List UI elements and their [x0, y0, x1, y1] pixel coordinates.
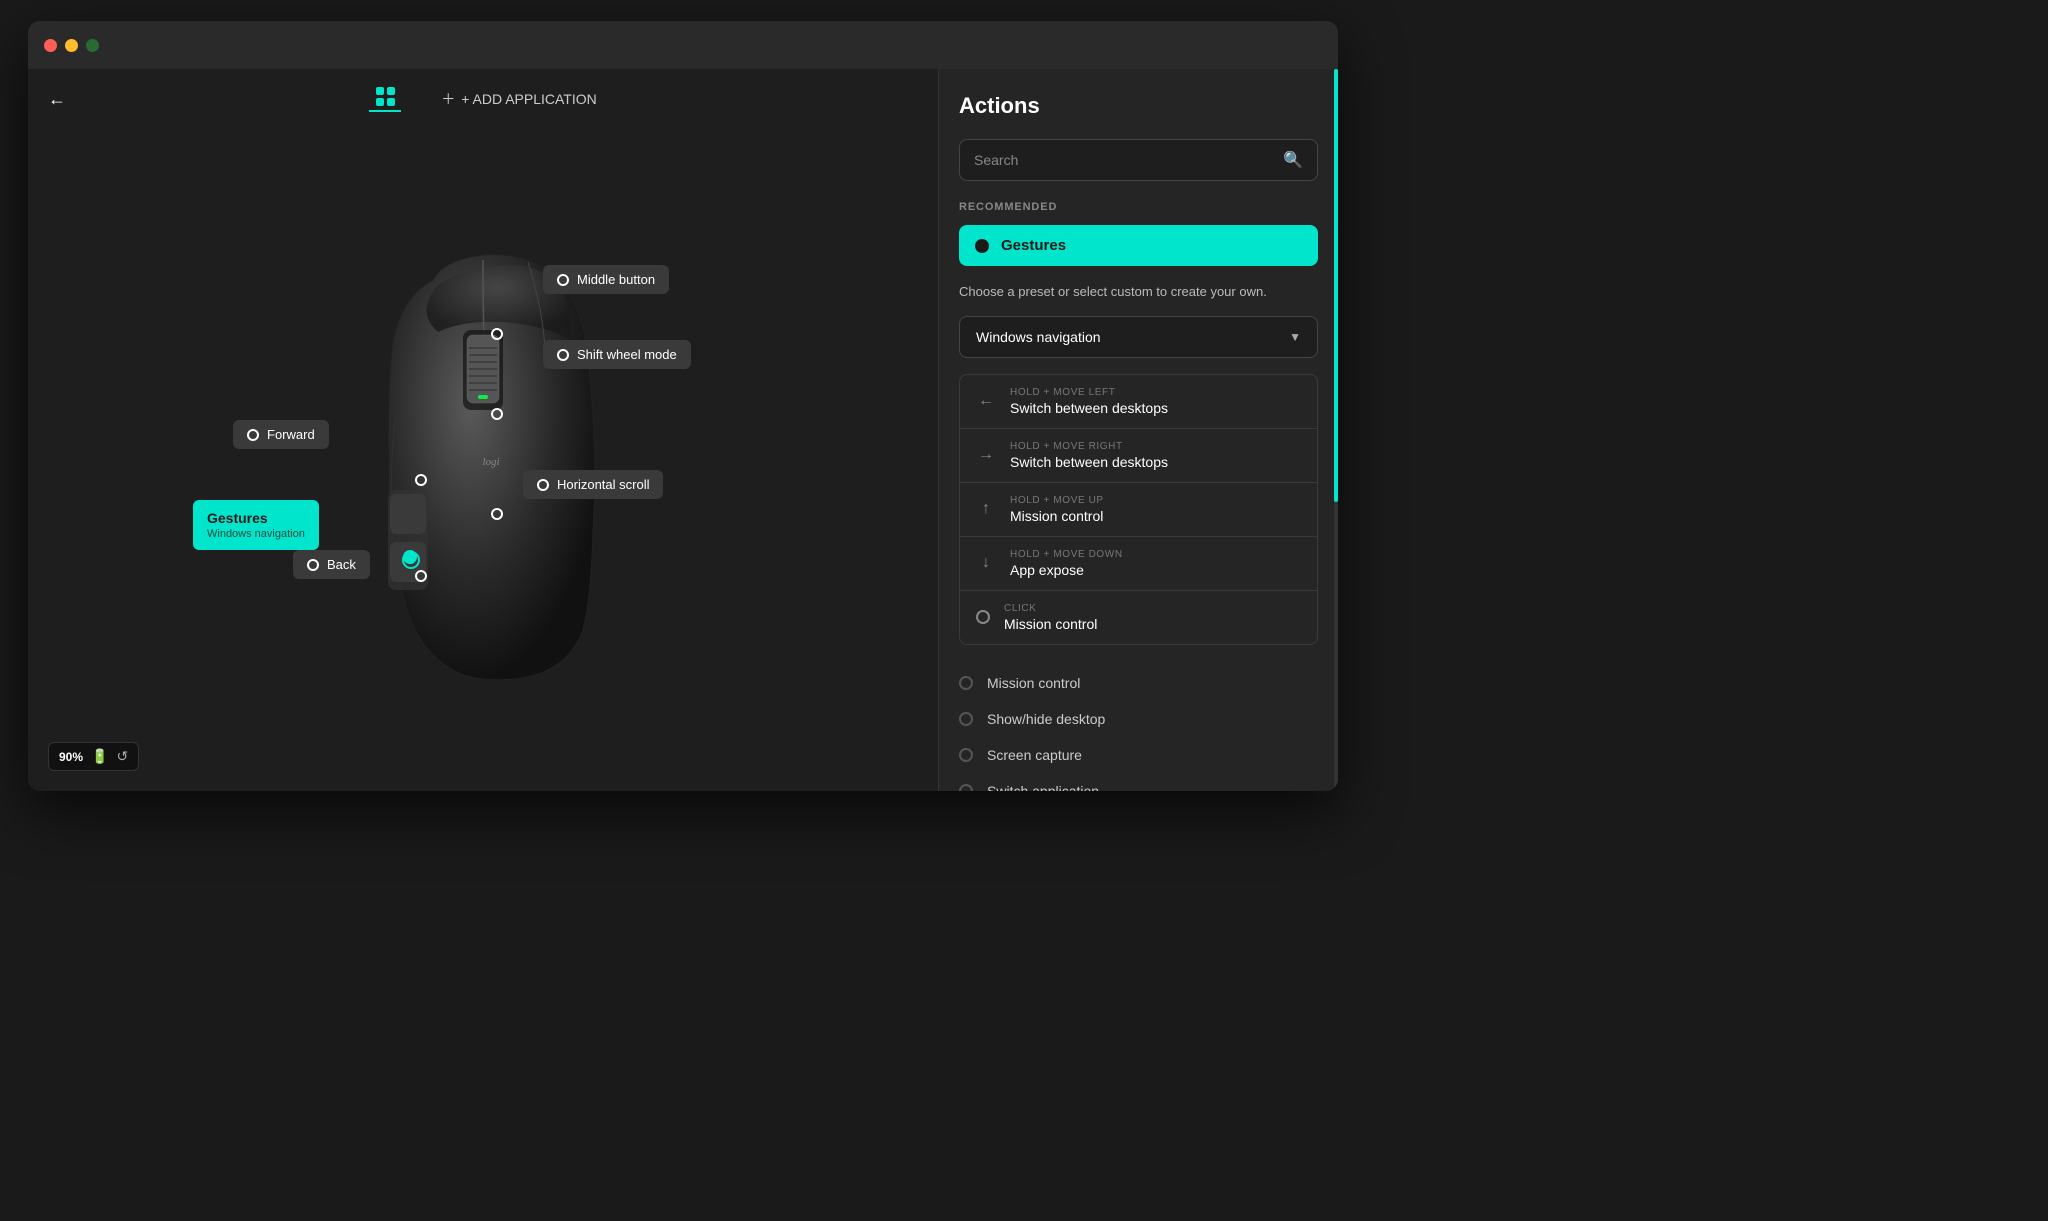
left-panel: ← ＋ + ADD APPLICATION [28, 69, 938, 791]
gesture-action-move-right-text: HOLD + MOVE RIGHT Switch between desktop… [1010, 441, 1168, 470]
click-circle-icon [976, 610, 990, 624]
gestures-item-label: Gestures [1001, 237, 1066, 254]
option-label-1: Show/hide desktop [987, 711, 1105, 727]
option-show-hide-desktop[interactable]: Show/hide desktop [959, 701, 1318, 737]
back-label[interactable]: Back [293, 550, 370, 579]
click-name: Mission control [1004, 616, 1097, 632]
option-radio-3 [959, 784, 973, 792]
search-input[interactable] [974, 152, 1283, 168]
search-box[interactable]: 🔍 [959, 139, 1318, 181]
apps-icon [376, 87, 395, 106]
mouse-drawing: logi [343, 240, 623, 680]
arrow-up-icon: ↑ [976, 500, 996, 518]
gestures-label[interactable]: Gestures Windows navigation [193, 500, 319, 550]
svg-text:logi: logi [482, 456, 499, 468]
move-up-hint: HOLD + MOVE UP [1010, 495, 1104, 506]
move-right-name: Switch between desktops [1010, 454, 1168, 470]
scrollbar-thumb[interactable] [1334, 69, 1338, 502]
sync-icon: ↺ [116, 748, 128, 765]
preset-dropdown[interactable]: Windows navigation ▼ [959, 316, 1318, 358]
gestures-radio [975, 239, 989, 253]
add-app-label: + ADD APPLICATION [461, 91, 597, 107]
back-button[interactable]: ← [48, 89, 66, 110]
move-up-name: Mission control [1010, 508, 1104, 524]
gesture-action-move-right[interactable]: → HOLD + MOVE RIGHT Switch between deskt… [960, 429, 1317, 483]
horiz-scroll-indicator [491, 508, 503, 520]
battery-icon: 🔋 [91, 748, 108, 765]
recommended-label: RECOMMENDED [959, 201, 1318, 213]
option-radio-0 [959, 676, 973, 690]
middle-button-label[interactable]: Middle button [543, 265, 669, 294]
minimize-button[interactable] [65, 39, 78, 52]
horizontal-scroll-label[interactable]: Horizontal scroll [523, 470, 663, 499]
move-down-name: App expose [1010, 562, 1123, 578]
option-switch-application[interactable]: Switch application [959, 773, 1318, 792]
title-bar [28, 21, 1338, 69]
forward-indicator [415, 474, 427, 486]
move-down-hint: HOLD + MOVE DOWN [1010, 549, 1123, 560]
arrow-down-icon: ↓ [976, 554, 996, 572]
gesture-action-click-text: CLICK Mission control [1004, 603, 1097, 632]
middle-button-text: Middle button [577, 272, 655, 287]
gesture-action-move-up-text: HOLD + MOVE UP Mission control [1010, 495, 1104, 524]
panel-title: Actions [959, 93, 1318, 119]
right-panel: Actions 🔍 RECOMMENDED Gestures Choose a … [938, 69, 1338, 791]
gesture-actions-list: ← HOLD + MOVE LEFT Switch between deskto… [959, 374, 1318, 645]
plus-icon: ＋ [441, 89, 455, 109]
middle-btn-indicator [491, 328, 503, 340]
arrow-right-icon: → [976, 446, 996, 464]
gesture-action-move-down-text: HOLD + MOVE DOWN App expose [1010, 549, 1123, 578]
main-layout: ← ＋ + ADD APPLICATION [28, 69, 1338, 791]
preset-description: Choose a preset or select custom to crea… [959, 282, 1318, 302]
option-radio-1 [959, 712, 973, 726]
toolbar: ← ＋ + ADD APPLICATION [28, 69, 938, 129]
mouse-svg: logi [343, 240, 623, 680]
option-label-0: Mission control [987, 675, 1080, 691]
dropdown-selected-value: Windows navigation [976, 329, 1101, 345]
option-screen-capture[interactable]: Screen capture [959, 737, 1318, 773]
move-right-hint: HOLD + MOVE RIGHT [1010, 441, 1168, 452]
shift-wheel-indicator [491, 408, 503, 420]
chevron-down-icon: ▼ [1289, 330, 1301, 344]
option-mission-control[interactable]: Mission control [959, 665, 1318, 701]
back-text: Back [327, 557, 356, 572]
gesture-indicator [403, 550, 417, 564]
traffic-lights [44, 39, 99, 52]
gesture-action-click[interactable]: CLICK Mission control [960, 591, 1317, 644]
click-hint: CLICK [1004, 603, 1097, 614]
move-left-name: Switch between desktops [1010, 400, 1168, 416]
gesture-action-move-left[interactable]: ← HOLD + MOVE LEFT Switch between deskto… [960, 375, 1317, 429]
search-icon: 🔍 [1283, 150, 1303, 170]
mouse-area: logi [28, 129, 938, 791]
option-label-2: Screen capture [987, 747, 1082, 763]
shift-wheel-text: Shift wheel mode [577, 347, 677, 362]
horiz-scroll-text: Horizontal scroll [557, 477, 649, 492]
right-panel-scroll[interactable]: Actions 🔍 RECOMMENDED Gestures Choose a … [939, 69, 1338, 791]
gestures-option[interactable]: Gestures [959, 225, 1318, 266]
gesture-action-move-down[interactable]: ↓ HOLD + MOVE DOWN App expose [960, 537, 1317, 591]
close-button[interactable] [44, 39, 57, 52]
scrollbar-track [1334, 69, 1338, 791]
add-application-button[interactable]: ＋ + ADD APPLICATION [441, 89, 597, 109]
maximize-button[interactable] [86, 39, 99, 52]
battery-bar: 90% 🔋 ↺ [48, 742, 139, 771]
back-indicator [415, 570, 427, 582]
other-options-list: Mission control Show/hide desktop Screen… [959, 665, 1318, 792]
gestures-subtitle: Windows navigation [207, 528, 305, 540]
app-window: ← ＋ + ADD APPLICATION [28, 21, 1338, 791]
gesture-action-move-left-text: HOLD + MOVE LEFT Switch between desktops [1010, 387, 1168, 416]
app-switcher-underline [369, 110, 401, 112]
gestures-title: Gestures [207, 510, 268, 526]
forward-label[interactable]: Forward [233, 420, 329, 449]
arrow-left-icon: ← [976, 392, 996, 410]
battery-percentage: 90% [59, 750, 83, 764]
shift-wheel-label[interactable]: Shift wheel mode [543, 340, 691, 369]
forward-text: Forward [267, 427, 315, 442]
option-radio-2 [959, 748, 973, 762]
option-label-3: Switch application [987, 783, 1099, 792]
gesture-action-move-up[interactable]: ↑ HOLD + MOVE UP Mission control [960, 483, 1317, 537]
move-left-hint: HOLD + MOVE LEFT [1010, 387, 1168, 398]
app-switcher[interactable] [369, 87, 401, 112]
